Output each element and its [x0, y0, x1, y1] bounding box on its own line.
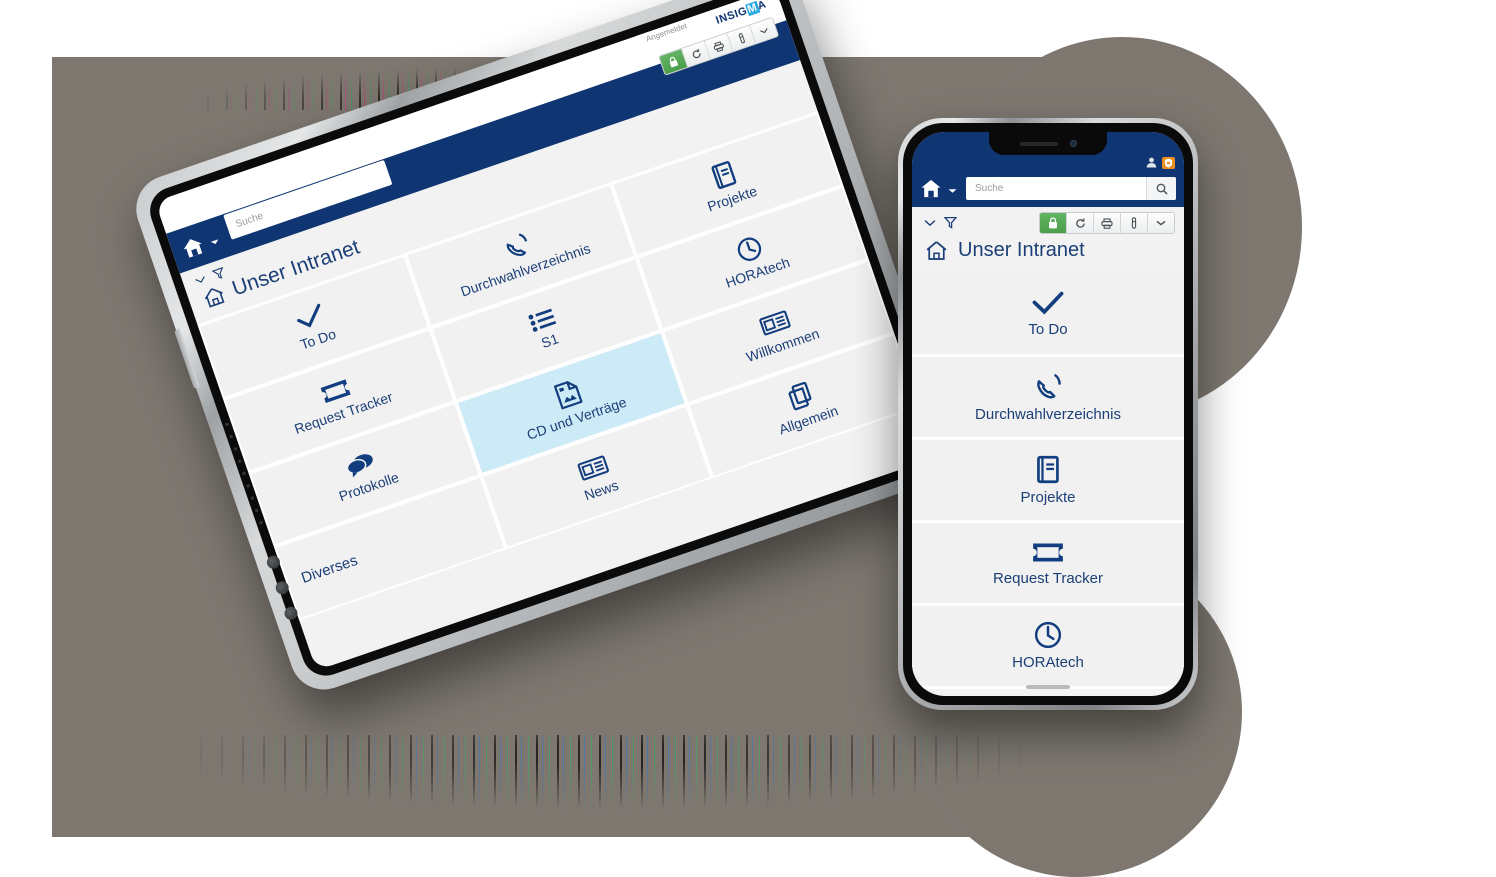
tile-label: Protokolle — [336, 468, 401, 505]
check-icon — [1031, 291, 1065, 316]
clock-icon — [734, 233, 766, 265]
phone-screen: Suche Unser Intranet To Do Durchwahlverz… — [912, 132, 1184, 696]
home-indicator[interactable] — [1026, 685, 1070, 689]
list-icon — [527, 306, 558, 333]
lock-icon[interactable] — [1040, 213, 1067, 233]
phone-bezel: Suche Unser Intranet To Do Durchwahlverz… — [903, 123, 1193, 705]
list-item-horatech[interactable]: HORAtech — [912, 606, 1184, 689]
home-icon[interactable] — [179, 234, 206, 259]
list-item-label: HORAtech — [1012, 654, 1084, 671]
phone-toolbar-row — [912, 207, 1184, 237]
shield-icon[interactable] — [1162, 156, 1175, 169]
book-icon — [1036, 455, 1061, 484]
clock-icon — [1034, 621, 1062, 649]
tablet-user-label: Angemeldet — [644, 21, 689, 44]
search-placeholder: Suche — [975, 183, 1004, 194]
phone-filter-controls[interactable] — [924, 215, 958, 230]
screenshot-stage: Angemeldet INSIGMA Suche Unser Intranet … — [0, 0, 1496, 877]
front-camera — [1069, 140, 1077, 147]
tile-label: Allgemein — [776, 402, 841, 438]
phone-account-row — [912, 155, 1184, 170]
chevron-down-icon[interactable] — [948, 188, 957, 194]
info-icon[interactable] — [1121, 213, 1148, 233]
list-item-label: Projekte — [1020, 488, 1076, 506]
search-icon[interactable] — [1146, 177, 1176, 200]
chevron-down-icon[interactable] — [210, 238, 220, 247]
ticket-icon — [1031, 540, 1065, 565]
page-title: Unser Intranet — [912, 237, 1184, 274]
phone-frame: Suche Unser Intranet To Do Durchwahlverz… — [898, 118, 1198, 710]
book-icon — [709, 159, 738, 191]
phone-menu-list: To Do Durchwahlverzeichnis Projekte Requ… — [912, 274, 1184, 689]
page-title-text: Unser Intranet — [958, 239, 1085, 261]
chevron-down-icon[interactable] — [1148, 213, 1174, 233]
search-placeholder: Suche — [234, 210, 265, 230]
tile-label: S1 — [539, 330, 561, 352]
list-item-projekte[interactable]: Projekte — [912, 440, 1184, 523]
list-item-label: Durchwahlverzeichnis — [975, 405, 1121, 423]
list-item-request-tracker[interactable]: Request Tracker — [912, 523, 1184, 606]
list-item-label: To Do — [1028, 320, 1068, 338]
search-field[interactable]: Suche — [966, 177, 1176, 200]
home-icon — [204, 288, 225, 308]
logo-text-before: INSIG — [714, 4, 749, 27]
home-icon — [926, 241, 947, 260]
earpiece-speaker — [1019, 141, 1058, 146]
tile-label: Projekte — [705, 182, 760, 215]
phone-navbar: Suche — [912, 170, 1184, 207]
list-item-to-do[interactable]: To Do — [912, 274, 1184, 357]
section-label: Diverses — [299, 551, 360, 587]
print-icon[interactable] — [1094, 213, 1121, 233]
copy-icon — [785, 380, 816, 412]
user-icon[interactable] — [1146, 157, 1157, 168]
phone-icon — [501, 230, 534, 263]
list-item-label: Request Tracker — [992, 569, 1104, 587]
refresh-icon[interactable] — [1067, 213, 1094, 233]
phone-notch — [989, 132, 1107, 155]
phone-device: Suche Unser Intranet To Do Durchwahlverz… — [898, 118, 1198, 710]
funnel-icon[interactable] — [944, 216, 958, 230]
phone-toolbar[interactable] — [1039, 212, 1175, 234]
phone-icon — [1034, 372, 1063, 401]
document-icon — [552, 377, 583, 410]
home-icon[interactable] — [920, 179, 942, 198]
list-item-durchwahlverzeichnis[interactable]: Durchwahlverzeichnis — [912, 357, 1184, 440]
chevron-down-icon[interactable] — [924, 219, 936, 227]
chevron-down-icon[interactable] — [194, 275, 207, 286]
